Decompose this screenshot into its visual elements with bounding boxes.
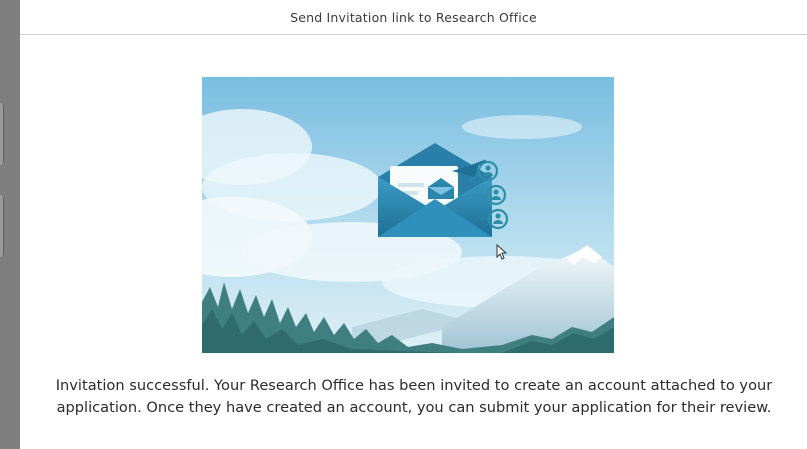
left-sidebar-rail (0, 0, 20, 449)
success-message: Invitation successful. Your Research Off… (55, 377, 773, 416)
invitation-dialog: Send Invitation link to Research Office (20, 0, 807, 449)
dialog-title: Send Invitation link to Research Office (290, 9, 537, 25)
invitation-illustration (202, 77, 614, 353)
rail-tab[interactable] (0, 103, 4, 165)
rail-tab[interactable] (0, 195, 4, 257)
mouse-cursor-icon (496, 243, 508, 264)
dialog-header: Send Invitation link to Research Office (20, 0, 807, 35)
